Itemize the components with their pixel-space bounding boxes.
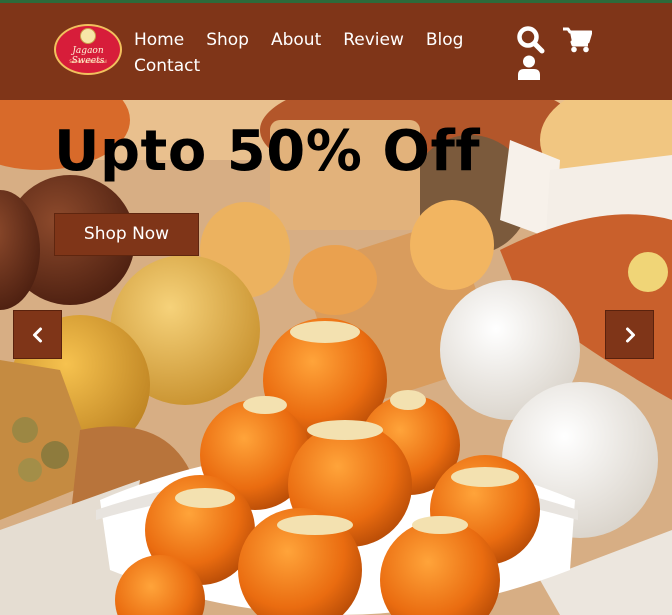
chevron-right-icon [626,327,635,343]
main-nav: Home Shop About Review Blog Contact [134,27,494,79]
shop-now-button[interactable]: Shop Now [54,213,199,256]
brand-logo[interactable]: Jagaon Sweets Sweets of the Soul [54,24,122,75]
search-icon[interactable] [516,25,545,54]
site-header: Jagaon Sweets Sweets of the Soul Home Sho… [0,3,672,100]
hero-headline: Upto 50% Off [54,119,481,184]
nav-shop[interactable]: Shop [206,27,249,53]
carousel-next-button[interactable] [605,310,654,359]
header-icons [516,25,596,81]
nav-row-2: Contact [134,53,494,79]
chevron-left-icon [33,327,42,343]
nav-contact[interactable]: Contact [134,53,200,79]
logo-tagline: Sweets of the Soul [69,59,107,64]
carousel-prev-button[interactable] [13,310,62,359]
cart-icon[interactable] [562,27,592,53]
hero-banner: Upto 50% Off Shop Now [0,100,672,615]
nav-home[interactable]: Home [134,27,184,53]
user-icon[interactable] [517,55,541,80]
nav-about[interactable]: About [271,27,321,53]
nav-blog[interactable]: Blog [426,27,464,53]
nav-review[interactable]: Review [343,27,404,53]
logo-seal-icon [80,28,96,44]
